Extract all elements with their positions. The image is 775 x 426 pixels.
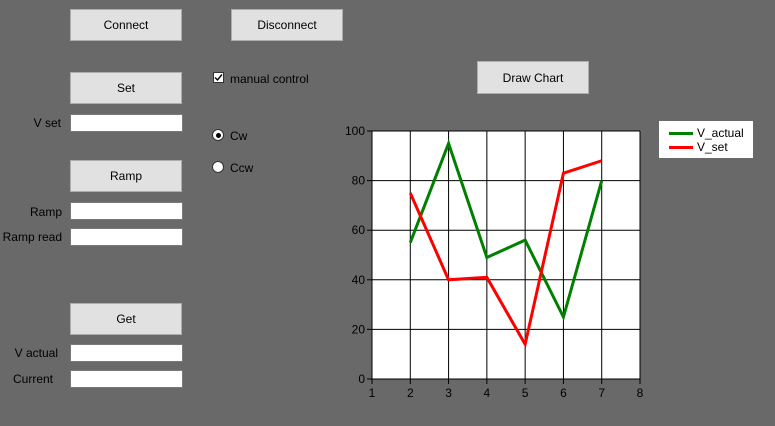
legend-item-v-set: V_set bbox=[669, 140, 728, 154]
y-tick-label: 20 bbox=[352, 322, 366, 336]
x-tick-label: 4 bbox=[484, 386, 491, 400]
legend-label: V_actual bbox=[697, 126, 744, 140]
x-tick-label: 1 bbox=[369, 386, 376, 400]
x-tick-label: 6 bbox=[560, 386, 567, 400]
x-tick-label: 5 bbox=[522, 386, 529, 400]
y-tick-label: 0 bbox=[358, 372, 365, 386]
legend-label: V_set bbox=[697, 140, 728, 154]
legend-swatch bbox=[669, 145, 693, 149]
x-tick-label: 7 bbox=[598, 386, 605, 400]
y-tick-label: 80 bbox=[352, 174, 366, 188]
x-tick-label: 8 bbox=[637, 386, 644, 400]
x-tick-label: 3 bbox=[445, 386, 452, 400]
legend-item-v-actual: V_actual bbox=[669, 126, 744, 140]
x-tick-label: 2 bbox=[407, 386, 414, 400]
chart-legend: V_actual V_set bbox=[659, 121, 753, 158]
y-tick-label: 40 bbox=[352, 273, 366, 287]
plot-area bbox=[372, 131, 640, 379]
line-chart: 1 2 3 4 5 6 7 8020406080100 bbox=[345, 124, 644, 400]
y-tick-label: 60 bbox=[352, 223, 366, 237]
legend-swatch bbox=[669, 131, 693, 135]
y-tick-label: 100 bbox=[345, 124, 365, 138]
